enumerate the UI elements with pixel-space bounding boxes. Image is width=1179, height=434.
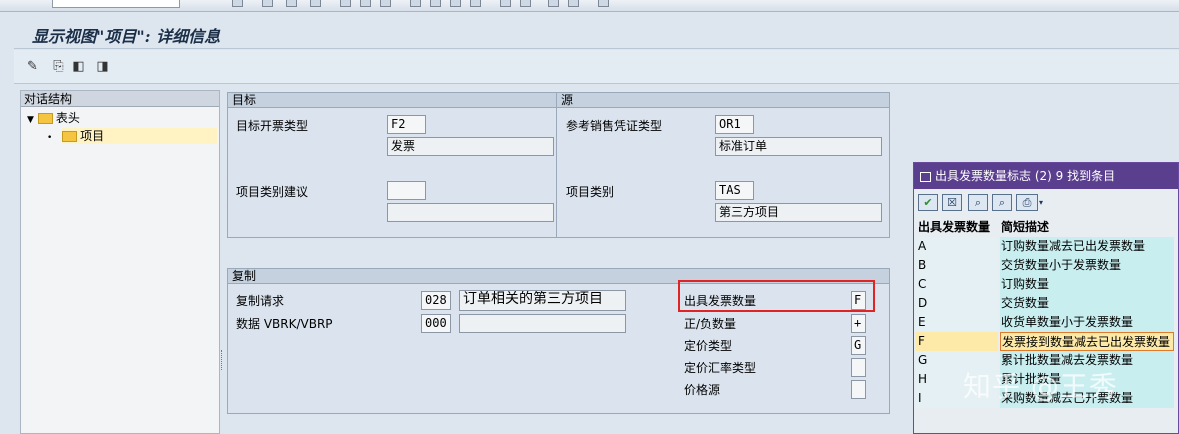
layout-icon[interactable]: [568, 0, 579, 7]
highlight-box: [678, 280, 875, 312]
first-page-icon[interactable]: [410, 0, 421, 7]
tree-header: 对话结构: [21, 91, 219, 107]
next-entry-icon[interactable]: ◨: [94, 58, 111, 75]
tree-item-label: 表头: [55, 111, 80, 125]
row-code[interactable]: B: [916, 256, 998, 275]
popup-window-icon: [920, 171, 931, 182]
group-divider: [556, 108, 557, 237]
row-desc[interactable]: 发票接到数量减去已出发票数量: [1000, 332, 1174, 351]
shortcut-icon[interactable]: [520, 0, 531, 7]
table-row[interactable]: C 订购数量: [916, 275, 1174, 294]
more-dropdown-icon[interactable]: ▾: [1039, 196, 1047, 210]
target-billing-type-field[interactable]: F2: [387, 115, 426, 134]
ref-sales-doc-type-desc: 标准订单: [715, 137, 882, 156]
target-billing-type-desc: 发票: [387, 137, 554, 156]
target-source-group: 目标 源 目标开票类型 F2 发票 项目类别建议 参考销售凭证类型 OR1 标准…: [227, 92, 890, 238]
splitter-handle[interactable]: [221, 350, 223, 370]
page-title: 显示视图"项目": 详细信息: [32, 27, 221, 46]
data-vbrk-vbrp-desc: [459, 314, 626, 333]
pricing-exchange-rate-type-label: 定价汇率类型: [684, 361, 757, 375]
column-header-desc[interactable]: 简短描述: [1000, 218, 1174, 237]
table-row-selected[interactable]: F 发票接到数量减去已出发票数量: [916, 332, 1174, 351]
display-change-icon[interactable]: ✎: [24, 58, 41, 75]
pricing-type-field[interactable]: G: [851, 336, 866, 355]
print-icon[interactable]: ⎙: [1016, 194, 1038, 211]
dialog-structure-tree: 对话结构 ▼ 表头 • 项目: [20, 90, 220, 434]
row-code[interactable]: D: [916, 294, 998, 313]
find-next-icon[interactable]: ⌕: [992, 194, 1012, 211]
target-billing-type-label: 目标开票类型: [236, 119, 309, 133]
pos-neg-quantity-field[interactable]: +: [851, 314, 866, 333]
row-desc[interactable]: 交货数量小于发票数量: [1000, 256, 1174, 275]
row-desc[interactable]: 收货单数量小于发票数量: [1000, 313, 1174, 332]
title-bar: 显示视图"项目": 详细信息: [14, 15, 1179, 49]
table-row[interactable]: D 交货数量: [916, 294, 1174, 313]
copy-requirement-desc: 订单相关的第三方项目: [459, 290, 626, 311]
tree-item-items[interactable]: • 项目: [21, 127, 219, 145]
pricing-exchange-rate-type-field[interactable]: [851, 358, 866, 377]
find-next-icon[interactable]: [380, 0, 391, 7]
pos-neg-quantity-label: 正/负数量: [684, 317, 737, 331]
row-code[interactable]: A: [916, 237, 998, 256]
system-toolbar: [0, 0, 1179, 12]
source-item-category-label: 项目类别: [566, 185, 615, 199]
new-session-icon[interactable]: [500, 0, 511, 7]
column-header-code[interactable]: 出具发票数量: [916, 218, 998, 237]
tree-item-header[interactable]: ▼ 表头: [21, 109, 219, 127]
data-vbrk-vbrp-label: 数据 VBRK/VBRP: [236, 317, 333, 331]
find-icon[interactable]: [360, 0, 371, 7]
item-category-proposal-field[interactable]: [387, 181, 426, 200]
popup-toolbar: ✔ ☒ ⌕ ⌕ ⎙ ▾: [914, 190, 1178, 215]
price-source-field[interactable]: [851, 380, 866, 399]
data-vbrk-vbrp-field[interactable]: 000: [421, 314, 451, 333]
back-icon[interactable]: [262, 0, 273, 7]
pricing-type-label: 定价类型: [684, 339, 733, 353]
last-page-icon[interactable]: [470, 0, 481, 7]
table-header-row: 出具发票数量 简短描述: [916, 218, 1174, 237]
ref-sales-doc-type-label: 参考销售凭证类型: [566, 119, 663, 133]
find-icon[interactable]: ⌕: [968, 194, 988, 211]
source-group-header: 源: [556, 93, 889, 108]
target-group-header: 目标: [228, 93, 556, 108]
command-field[interactable]: [52, 0, 180, 8]
table-row[interactable]: B 交货数量小于发票数量: [916, 256, 1174, 275]
row-code[interactable]: E: [916, 313, 998, 332]
expand-triangle-icon[interactable]: ▼: [27, 115, 34, 125]
folder-icon: [37, 113, 53, 124]
row-code[interactable]: C: [916, 275, 998, 294]
watermark: 知乎 @王秀: [963, 370, 1118, 403]
row-code[interactable]: F: [916, 332, 998, 351]
item-category-proposal-desc: [387, 203, 554, 222]
copy-requirement-field[interactable]: 028: [421, 291, 451, 310]
row-desc[interactable]: 订购数量减去已出发票数量: [1000, 237, 1174, 256]
prev-page-icon[interactable]: [430, 0, 441, 7]
help-icon[interactable]: [548, 0, 559, 7]
print-icon[interactable]: [340, 0, 351, 7]
exit-icon[interactable]: [286, 0, 297, 7]
cancel-icon[interactable]: [310, 0, 321, 7]
previous-entry-icon[interactable]: ◧: [70, 58, 87, 75]
popup-title: 出具发票数量标志 (2) 9 找到条目: [935, 169, 1116, 183]
item-category-proposal-label: 项目类别建议: [236, 185, 309, 199]
source-item-category-field[interactable]: TAS: [715, 181, 754, 200]
table-row[interactable]: A 订购数量减去已出发票数量: [916, 237, 1174, 256]
row-desc[interactable]: 订购数量: [1000, 275, 1174, 294]
row-desc[interactable]: 交货数量: [1000, 294, 1174, 313]
bullet-icon: •: [47, 133, 53, 143]
settings-icon[interactable]: [598, 0, 609, 7]
confirm-icon[interactable]: ✔: [918, 194, 938, 211]
price-source-label: 价格源: [684, 383, 721, 397]
next-page-icon[interactable]: [450, 0, 461, 7]
cancel-icon[interactable]: ☒: [942, 194, 962, 211]
table-row[interactable]: E 收货单数量小于发票数量: [916, 313, 1174, 332]
copy-as-icon[interactable]: ⎘: [50, 58, 67, 75]
copy-requirement-label: 复制请求: [236, 294, 285, 308]
tree-item-label: 项目: [80, 129, 105, 143]
open-folder-icon: [62, 131, 78, 142]
ref-sales-doc-type-field[interactable]: OR1: [715, 115, 754, 134]
save-icon[interactable]: [232, 0, 243, 7]
popup-title-bar[interactable]: 出具发票数量标志 (2) 9 找到条目: [914, 163, 1178, 189]
application-toolbar: ✎ ⎘ ◧ ◨: [14, 50, 1179, 84]
source-item-category-desc: 第三方项目: [715, 203, 882, 222]
